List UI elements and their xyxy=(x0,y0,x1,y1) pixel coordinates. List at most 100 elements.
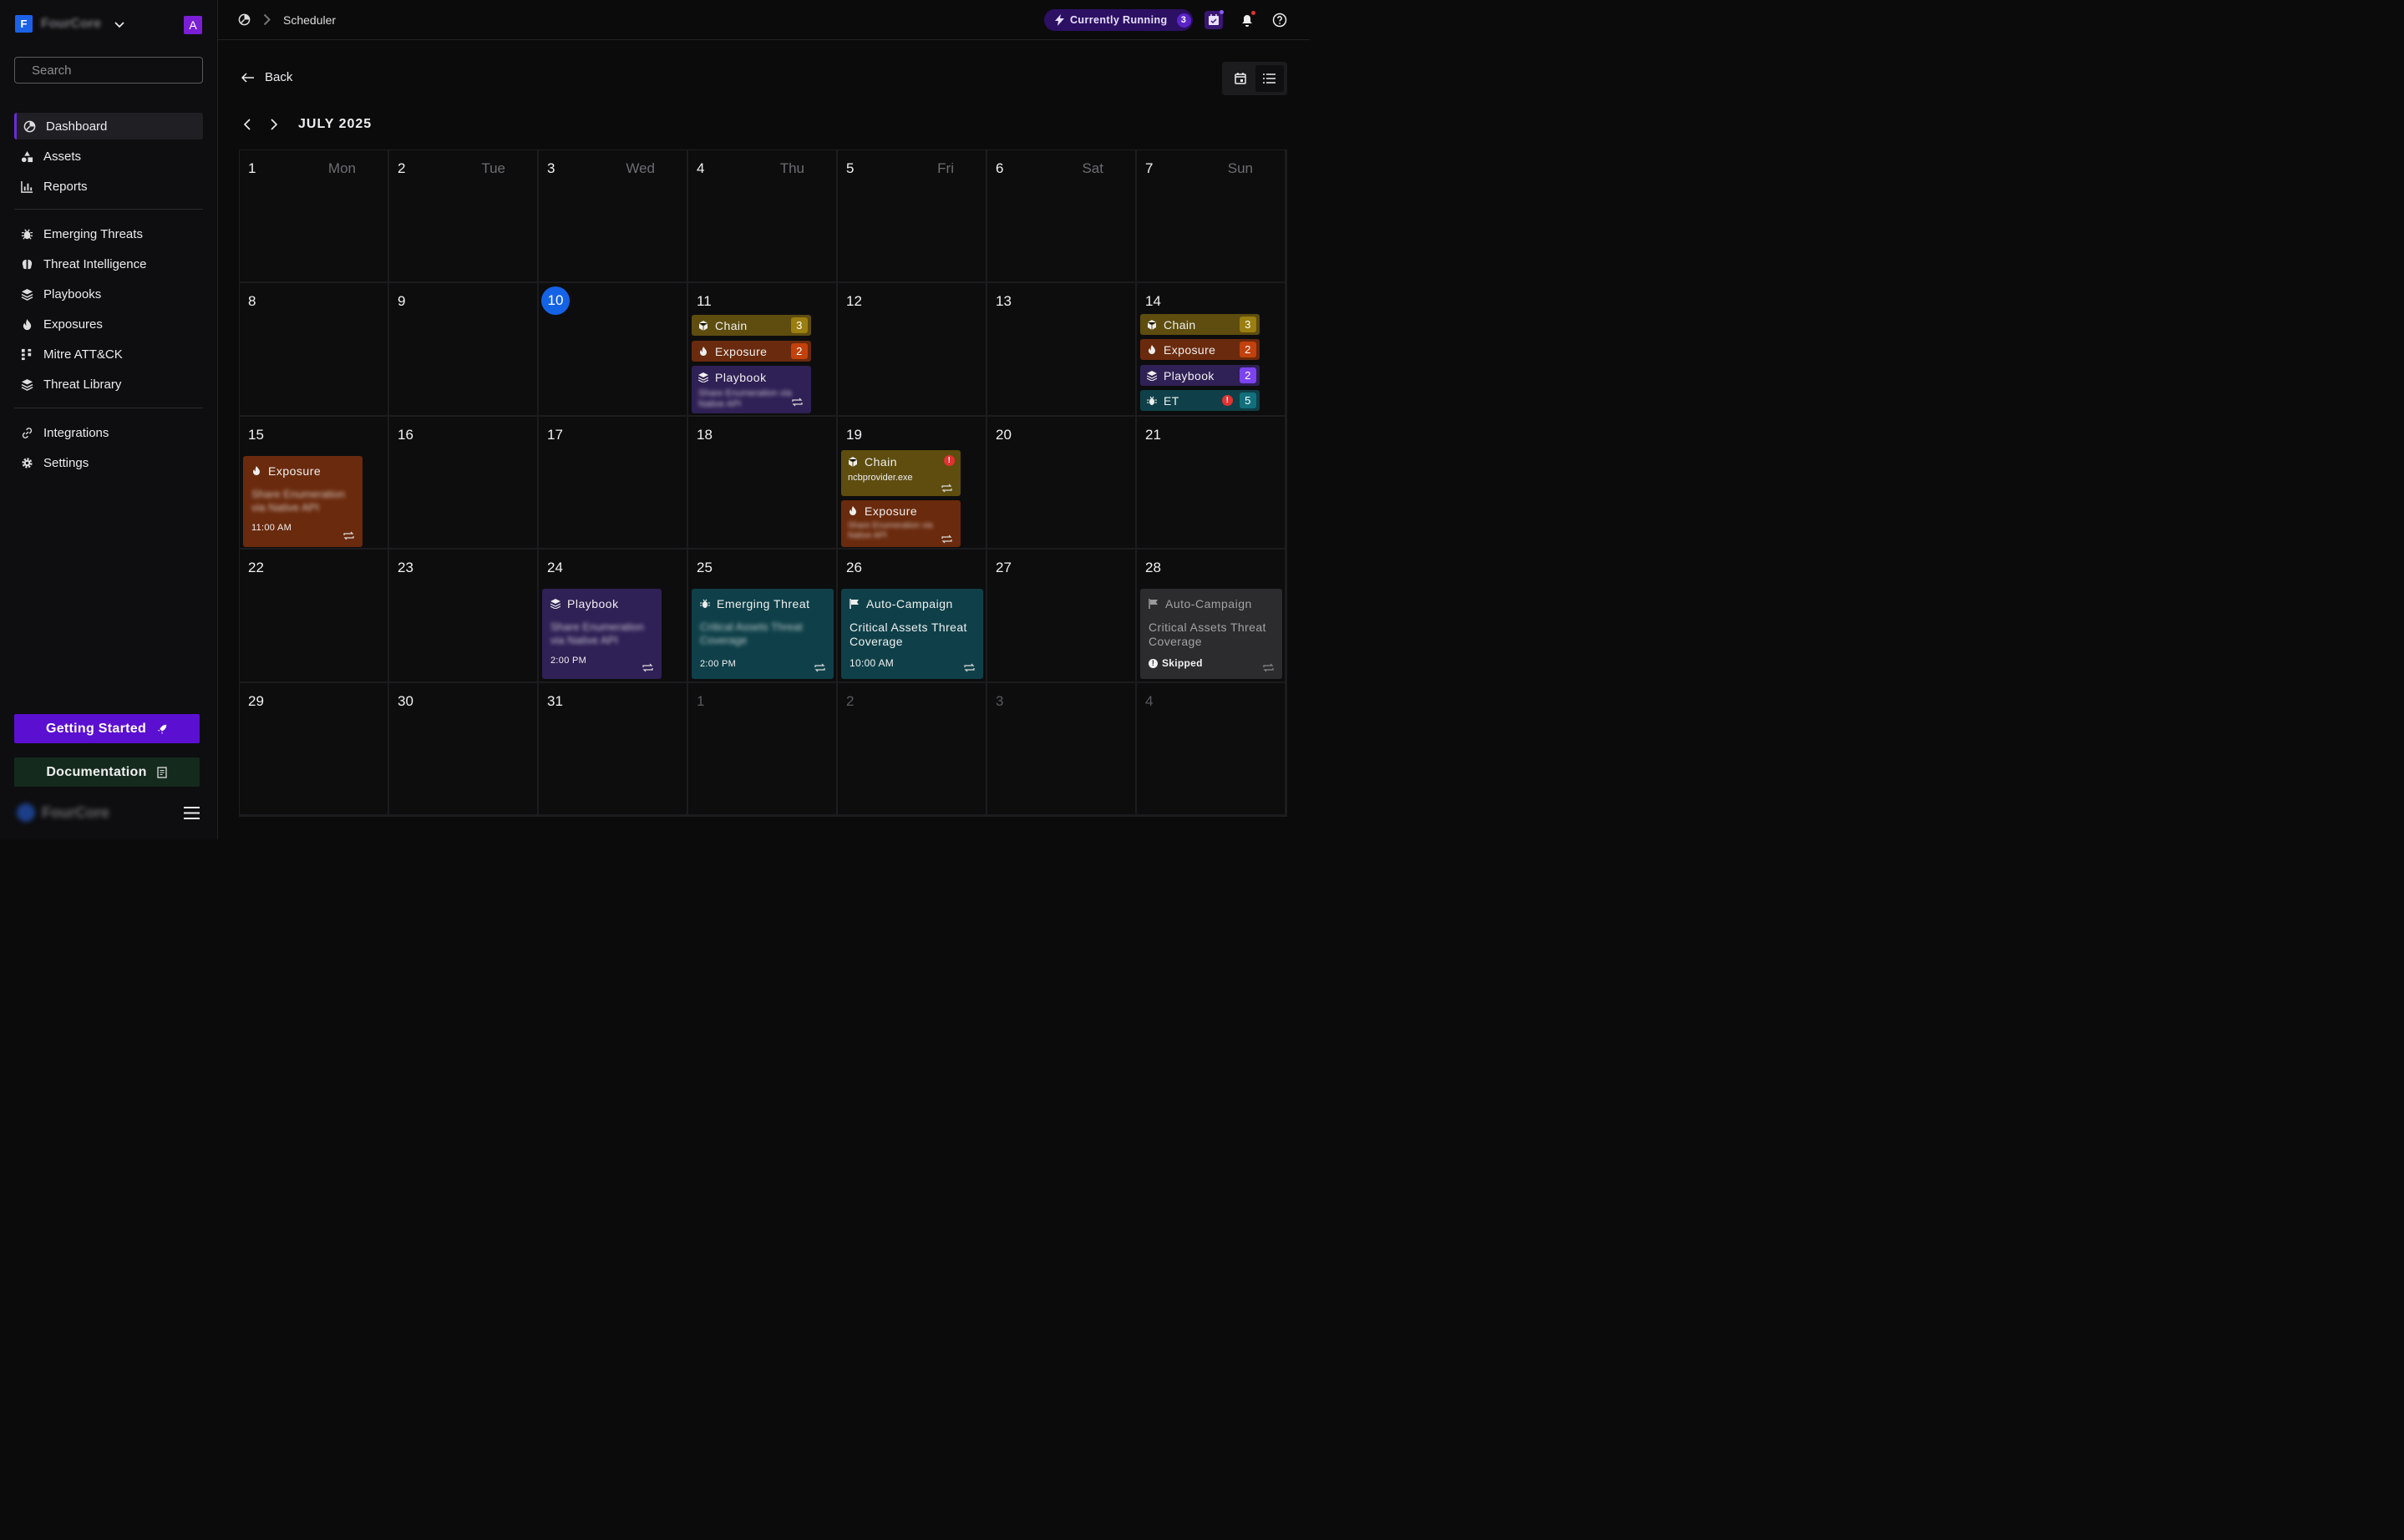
day-cell[interactable]: 25 Emerging Threat Critical Assets Threa… xyxy=(688,550,838,683)
event-exposure[interactable]: Exposure 2 xyxy=(692,341,811,362)
sidebar-item-threat-intelligence[interactable]: Threat Intelligence xyxy=(14,251,203,277)
search-input[interactable] xyxy=(14,57,203,84)
event-exposure[interactable]: Exposure Share Enumeration via Native AP… xyxy=(243,455,363,547)
sidebar-item-emerging-threats[interactable]: Emerging Threats xyxy=(14,220,203,247)
documentation-button[interactable]: Documentation xyxy=(14,757,200,787)
sidebar-item-mitre-attack[interactable]: Mitre ATT&CK xyxy=(14,341,203,367)
scheduler-button[interactable] xyxy=(1205,10,1224,29)
bug-icon xyxy=(21,228,33,240)
day-cell[interactable]: 13 xyxy=(987,283,1137,417)
day-cell-outside-month[interactable]: 1 xyxy=(688,682,838,816)
sidebar-item-dashboard[interactable]: Dashboard xyxy=(14,113,203,139)
day-number: 20 xyxy=(996,426,1012,443)
event-auto-campaign-skipped[interactable]: Auto-Campaign Critical Assets Threat Cov… xyxy=(1140,589,1282,680)
day-cell-outside-month[interactable]: 4 xyxy=(1137,682,1286,816)
day-cell[interactable]: 18 xyxy=(688,416,838,550)
day-cell[interactable]: 24 Playbook Share Enumeration via Native… xyxy=(539,550,688,683)
sidebar-item-label: Mitre ATT&CK xyxy=(43,347,123,362)
help-button[interactable] xyxy=(1270,11,1289,29)
day-cell[interactable]: 1 Mon xyxy=(240,150,389,284)
event-playbook[interactable]: Playbook Share Enumeration via Native AP… xyxy=(692,366,811,414)
day-cell-outside-month[interactable]: 3 xyxy=(987,682,1137,816)
day-cell[interactable]: 3 Wed xyxy=(539,150,688,284)
day-cell-outside-month[interactable]: 2 xyxy=(838,682,987,816)
list-view-button[interactable] xyxy=(1255,65,1284,92)
day-cell[interactable]: 14 Chain 3 Exposure 2 Playbook 2 ET ! 5 xyxy=(1137,283,1286,417)
event-emerging-threat[interactable]: ET ! 5 xyxy=(1140,390,1260,412)
event-detail: ncbprovider.exe xyxy=(848,472,913,483)
currently-running-badge[interactable]: Currently Running 3 xyxy=(1044,9,1193,31)
sidebar-item-playbooks[interactable]: Playbooks xyxy=(14,281,203,307)
notifications-button[interactable] xyxy=(1238,11,1256,29)
day-cell[interactable]: 10 xyxy=(539,283,688,417)
event-exposure[interactable]: Exposure 2 xyxy=(1140,339,1260,361)
day-cell[interactable]: 9 xyxy=(389,283,539,417)
event-playbook[interactable]: Playbook Share Enumeration via Native AP… xyxy=(542,589,662,680)
day-cell[interactable]: 22 xyxy=(240,550,389,683)
day-number: 7 xyxy=(1145,160,1154,176)
sidebar-item-label: Integrations xyxy=(43,425,109,440)
day-cell[interactable]: 31 xyxy=(539,682,688,816)
day-number: 14 xyxy=(1145,293,1161,310)
bell-icon xyxy=(1242,14,1252,27)
event-label: Chain xyxy=(715,318,748,332)
event-chain[interactable]: Chain ! ncbprovider.exe xyxy=(841,449,961,496)
day-cell[interactable]: 19 Chain ! ncbprovider.exe Exposure Shar… xyxy=(838,416,987,550)
day-cell[interactable]: 7 Sun xyxy=(1137,150,1286,284)
event-chain[interactable]: Chain 3 xyxy=(1140,314,1260,336)
day-cell[interactable]: 15 Exposure Share Enumeration via Native… xyxy=(240,416,389,550)
event-count: 2 xyxy=(1240,367,1256,384)
day-cell[interactable]: 26 Auto-Campaign Critical Assets Threat … xyxy=(838,550,987,683)
event-playbook[interactable]: Playbook 2 xyxy=(1140,365,1260,387)
chevron-right-icon xyxy=(263,13,271,26)
sidebar-item-assets[interactable]: Assets xyxy=(14,143,203,170)
day-cell[interactable]: 12 xyxy=(838,283,987,417)
day-cell[interactable]: 23 xyxy=(389,550,539,683)
day-cell[interactable]: 8 xyxy=(240,283,389,417)
event-label: Chain xyxy=(865,454,898,469)
pie-chart-icon[interactable] xyxy=(238,13,251,26)
event-label: Emerging Threat xyxy=(717,597,810,611)
flag-icon xyxy=(1149,599,1158,610)
event-chain[interactable]: Chain 3 xyxy=(692,315,811,337)
weekday-label: Thu xyxy=(779,160,804,176)
calendar-view-button[interactable] xyxy=(1226,65,1255,92)
day-cell[interactable]: 11 Chain 3 Exposure 2 Playbook Share Enu… xyxy=(688,283,838,417)
event-label: Playbook xyxy=(567,597,619,611)
sidebar-item-reports[interactable]: Reports xyxy=(14,173,203,200)
day-cell[interactable]: 2 Tue xyxy=(389,150,539,284)
sidebar-item-exposures[interactable]: Exposures xyxy=(14,311,203,337)
sidebar-item-label: Emerging Threats xyxy=(43,226,143,241)
sidebar: F FourCore A Dashboard Assets Reports xyxy=(0,0,218,839)
day-cell[interactable]: 30 xyxy=(389,682,539,816)
back-button[interactable]: Back xyxy=(241,70,292,84)
chevron-right-icon[interactable] xyxy=(266,118,280,131)
day-cell[interactable]: 5 Fri xyxy=(838,150,987,284)
day-cell[interactable]: 27 xyxy=(987,550,1137,683)
event-head: Chain ! xyxy=(848,454,955,469)
day-cell[interactable]: 20 xyxy=(987,416,1137,550)
day-cell[interactable]: 4 Thu xyxy=(688,150,838,284)
day-cell[interactable]: 21 xyxy=(1137,416,1286,550)
event-emerging-threat[interactable]: Emerging Threat Critical Assets Threat C… xyxy=(692,589,834,680)
hamburger-menu-icon[interactable] xyxy=(184,806,200,820)
day-cell[interactable]: 17 xyxy=(539,416,688,550)
sidebar-item-threat-library[interactable]: Threat Library xyxy=(14,371,203,398)
day-number: 23 xyxy=(398,560,413,576)
avatar[interactable]: A xyxy=(184,16,202,34)
day-cell[interactable]: 29 xyxy=(240,682,389,816)
org-switcher[interactable]: F FourCore xyxy=(15,15,126,33)
day-cell[interactable]: 16 xyxy=(389,416,539,550)
event-exposure[interactable]: Exposure Share Enumeration via Native AP… xyxy=(841,499,961,547)
sidebar-item-integrations[interactable]: Integrations xyxy=(14,419,203,446)
currently-running-label: Currently Running xyxy=(1070,14,1168,26)
sidebar-item-settings[interactable]: Settings xyxy=(14,449,203,476)
chevron-left-icon[interactable] xyxy=(241,118,255,131)
weekday-label: Fri xyxy=(937,160,954,176)
event-time: 2:00 PM xyxy=(550,656,587,666)
day-cell[interactable]: 6 Sat xyxy=(987,150,1137,284)
day-cell[interactable]: 28 Auto-Campaign Critical Assets Threat … xyxy=(1137,550,1286,683)
getting-started-button[interactable]: Getting Started xyxy=(14,714,200,743)
event-auto-campaign[interactable]: Auto-Campaign Critical Assets Threat Cov… xyxy=(841,589,983,680)
flame-icon xyxy=(850,505,856,515)
